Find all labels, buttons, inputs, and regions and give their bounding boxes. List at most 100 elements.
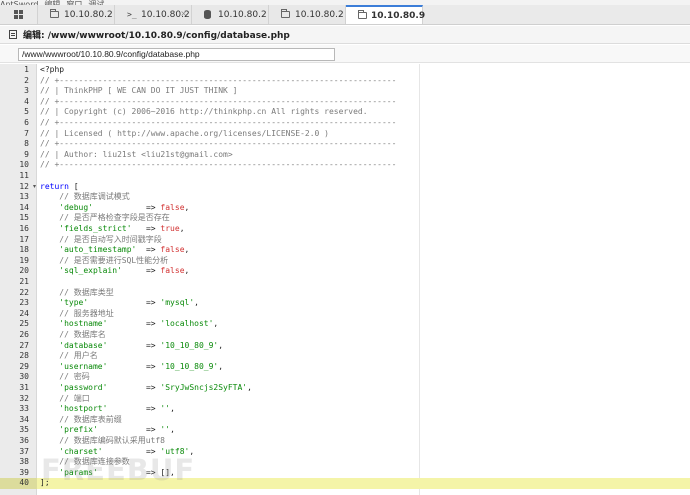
line-number: 19 [19, 255, 29, 265]
code-line: 28 // 用户名 [0, 351, 690, 362]
code-token-string: 'localhost' [160, 319, 214, 329]
code-token-string: 'auto_timestamp' [40, 245, 137, 255]
line-number: 21 [19, 277, 29, 286]
code-text: 'sql_explain' => false, [40, 266, 189, 277]
code-token-plain: , [218, 340, 224, 350]
gutter-cell: 31 [0, 383, 37, 394]
database-icon [204, 10, 214, 19]
line-number: 31 [19, 383, 29, 392]
code-token-comment: // +------------------------------------… [40, 160, 397, 170]
code-token-plain: => [92, 202, 161, 212]
gutter-cell: 38 [0, 457, 37, 468]
code-token-plain: => [121, 266, 161, 276]
gutter-cell: 1 [0, 65, 37, 76]
tab-label: 10.10.80.9 [371, 10, 426, 21]
gutter-cell: 32 [0, 394, 37, 405]
code-text: // 数据库编码默认采用utf8 [40, 436, 165, 447]
code-line: 18 'auto_timestamp' => false, [0, 245, 690, 256]
grid-icon [14, 10, 23, 19]
code-line: 15 // 是否严格检查字段是否存在 [0, 213, 690, 224]
code-token-string: '10_10_80_9' [160, 361, 219, 371]
code-token-string: 'username' [40, 361, 108, 371]
code-token-plain: , [247, 383, 252, 392]
code-text: // 端口 [40, 393, 90, 405]
code-editor[interactable]: 1 <?php 2 // +-----------------------------… [0, 64, 690, 495]
code-token-plain: [ [68, 181, 79, 191]
code-text: 'hostname' => 'localhost', [40, 319, 218, 330]
code-text: // +------------------------------------… [40, 160, 396, 171]
tab-bar: 10.10.80.2 >_ 10.10.80.2 × 10.10.80.2 10.10.8… [0, 5, 690, 25]
code-token-string: 'hostname' [40, 319, 108, 329]
code-token-plain: , [213, 319, 219, 329]
gutter-cell: 28 [0, 351, 37, 362]
fold-arrow-icon[interactable]: ▾ [33, 182, 36, 193]
watermark: FREEBUF [41, 453, 196, 487]
code-token-plain: => [131, 224, 161, 233]
gutter-cell: 18 [0, 245, 37, 256]
code-line: 2 // +-----------------------------------… [0, 76, 690, 87]
code-text: // +------------------------------------… [40, 139, 396, 150]
tab-1[interactable]: 10.10.80.2 [38, 5, 115, 24]
line-number: 34 [19, 414, 29, 424]
code-text: // +------------------------------------… [40, 118, 396, 129]
gutter-cell: 26 [0, 330, 37, 341]
gutter-cell: 4 [0, 97, 37, 108]
code-line: 14 'debug' => false, [0, 203, 690, 214]
code-token-comment: // 数据库表前缀 [40, 414, 122, 424]
code-token-comment: // 数据库名 [40, 330, 106, 339]
file-path-input[interactable]: /www/wwwroot/10.10.80.9/config/database.… [18, 48, 335, 61]
line-number: 33 [19, 404, 29, 414]
code-line: 20 'sql_explain' => false, [0, 266, 690, 277]
tab-4[interactable]: 10.10.80.2 [269, 5, 346, 24]
code-line: 13 // 数据库调试模式 [0, 192, 690, 203]
code-token-plain: => [97, 425, 161, 435]
code-token-plain: , [194, 298, 199, 308]
code-text: <?php [40, 65, 64, 76]
code-line: 12 ▾ return [ [0, 182, 690, 193]
line-number: 1 [24, 65, 29, 74]
code-token-comment: // 是否需要进行SQL性能分析 [40, 255, 169, 265]
gutter-cell: 2 [0, 76, 37, 87]
editor-title-bar: 编辑: /www/wwwroot/10.10.80.9/config/datab… [0, 26, 690, 44]
code-text: 'debug' => false, [40, 203, 189, 214]
code-line: 5 // | Copyright (c) 2006~2016 http://thi… [0, 107, 690, 118]
tab-3[interactable]: 10.10.80.2 [192, 5, 269, 24]
code-token-plain: => [136, 245, 161, 255]
code-line: 32 // 端口 [0, 394, 690, 405]
gutter-cell: 30 [0, 372, 37, 383]
code-text: // 是否严格检查字段是否存在 [40, 213, 169, 224]
code-token-comment: // 是否自动写入时间戳字段 [40, 234, 162, 244]
code-token-boolean: true [160, 224, 180, 233]
folder-icon [50, 9, 60, 18]
code-line: 4 // +-----------------------------------… [0, 97, 690, 108]
code-text: // | Copyright (c) 2006~2016 http://thin… [40, 107, 368, 118]
code-token-comment: // +------------------------------------… [40, 96, 397, 106]
gutter-cell: 12 ▾ [0, 182, 37, 193]
code-token-string: 'type' [40, 298, 89, 308]
line-number: 2 [24, 75, 29, 85]
gutter-cell: 21 [0, 277, 37, 288]
tab-5[interactable]: 10.10.80.9 [346, 5, 426, 24]
gutter-cell: 15 [0, 213, 37, 224]
code-line: 24 // 服务器地址 [0, 309, 690, 320]
code-token-plain: => [107, 319, 161, 329]
gutter-cell: 17 [0, 235, 37, 246]
code-token-comment: // 端口 [40, 393, 90, 403]
tab-overview-button[interactable] [0, 5, 38, 24]
gutter-cell: 5 [0, 107, 37, 118]
tab-label: 10.10.80.2 [218, 9, 267, 20]
code-token-string: '' [160, 425, 171, 435]
gutter-cell: 10 [0, 160, 37, 171]
folder-icon [281, 9, 291, 18]
code-line: 3 // | ThinkPHP [ WE CAN DO IT JUST THINK… [0, 86, 690, 97]
code-token-string: 'mysql' [160, 298, 195, 308]
code-text: return [ [40, 182, 79, 193]
line-number: 24 [19, 308, 29, 318]
editor-title: 编辑: /www/wwwroot/10.10.80.9/config/datab… [23, 31, 290, 41]
code-token-string: 'SryJwSncjs2SyFTA' [160, 383, 248, 392]
tab-2[interactable]: >_ 10.10.80.2 × [115, 5, 192, 24]
code-token-plain: , [184, 266, 190, 276]
close-icon[interactable]: × [180, 9, 187, 18]
code-text: // 数据库调试模式 [40, 192, 129, 203]
gutter-cell: 22 [0, 288, 37, 299]
